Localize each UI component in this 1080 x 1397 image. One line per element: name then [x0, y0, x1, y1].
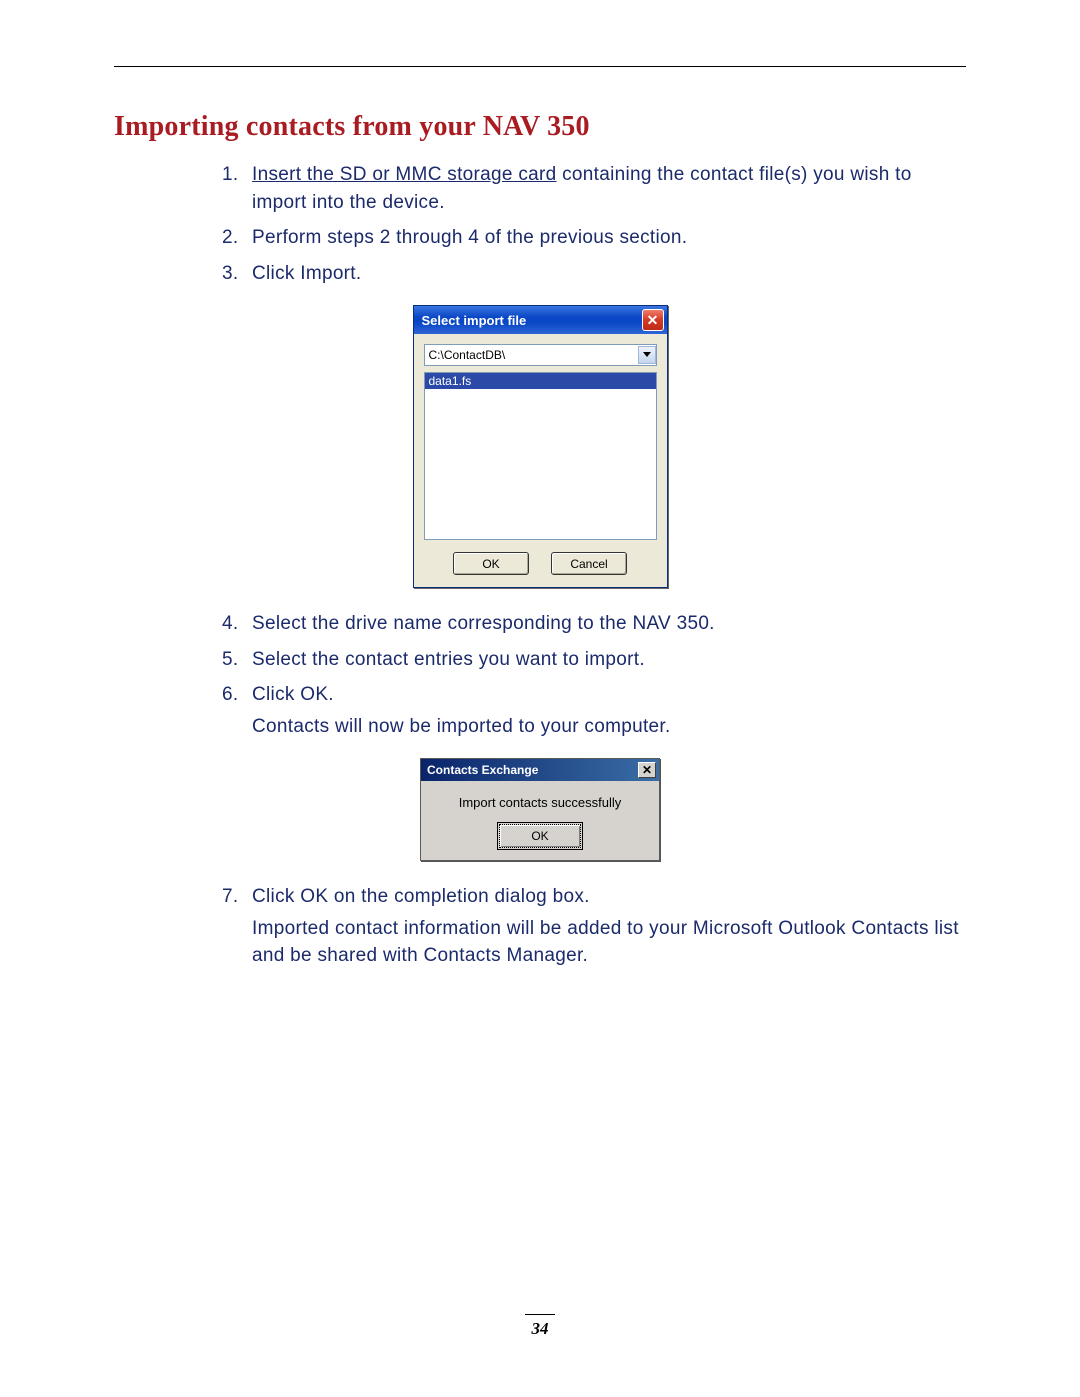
step-number: 4. [222, 610, 238, 638]
step-6-text: Click OK. [252, 684, 334, 705]
dialog2-title: Contacts Exchange [427, 763, 538, 777]
step-6: 6. Click OK. Contacts will now be import… [222, 681, 966, 740]
section-heading: Importing contacts from your NAV 350 [114, 111, 966, 143]
step-number: 6. [222, 681, 238, 709]
contacts-exchange-dialog: Contacts Exchange ✕ Import contacts succ… [420, 758, 660, 861]
list-item[interactable]: data1.fs [425, 373, 656, 389]
step-2: 2. Perform steps 2 through 4 of the prev… [222, 224, 966, 252]
dialog2-body: Import contacts successfully OK [421, 781, 659, 860]
steps-list-continued: 4. Select the drive name corresponding t… [114, 610, 966, 740]
dialog1-title: Select import file [422, 313, 527, 328]
path-combobox[interactable]: C:\ContactDB\ [424, 344, 657, 366]
chevron-down-icon[interactable] [638, 346, 656, 364]
dialog2-titlebar: Contacts Exchange ✕ [421, 759, 659, 781]
page-number: 34 [0, 1319, 1080, 1339]
step-5-text: Select the contact entries you want to i… [252, 649, 645, 670]
page-footer: 34 [0, 1314, 1080, 1339]
step-7-text: Click OK on the completion dialog box. [252, 886, 590, 907]
ok-button[interactable]: OK [453, 552, 529, 575]
step-1-link[interactable]: Insert the SD or MMC storage card [252, 164, 557, 185]
step-number: 7. [222, 883, 238, 911]
close-icon[interactable]: ✕ [642, 309, 664, 331]
close-icon[interactable]: ✕ [638, 762, 656, 778]
footer-rule [525, 1314, 555, 1315]
step-7: 7. Click OK on the completion dialog box… [222, 883, 966, 970]
dialog2-screenshot: Contacts Exchange ✕ Import contacts succ… [114, 758, 966, 861]
cancel-button[interactable]: Cancel [551, 552, 627, 575]
steps-list-final: 7. Click OK on the completion dialog box… [114, 883, 966, 970]
step-number: 3. [222, 260, 238, 288]
step-3: 3. Click Import. [222, 260, 966, 288]
step-number: 1. [222, 161, 238, 189]
step-4: 4. Select the drive name corresponding t… [222, 610, 966, 638]
select-import-file-dialog: Select import file ✕ C:\ContactDB\ data1… [413, 305, 668, 588]
step-number: 5. [222, 646, 238, 674]
dialog2-message: Import contacts successfully [429, 795, 651, 810]
dialog1-button-row: OK Cancel [424, 552, 657, 575]
step-6-extra: Contacts will now be imported to your co… [252, 713, 966, 741]
ok-button[interactable]: OK [499, 824, 581, 848]
steps-list: 1. Insert the SD or MMC storage card con… [114, 161, 966, 287]
step-5: 5. Select the contact entries you want t… [222, 646, 966, 674]
file-listbox[interactable]: data1.fs [424, 372, 657, 540]
step-3-text: Click Import. [252, 263, 361, 284]
step-number: 2. [222, 224, 238, 252]
step-2-text: Perform steps 2 through 4 of the previou… [252, 227, 687, 248]
dialog1-body: C:\ContactDB\ data1.fs OK Cancel [414, 334, 667, 587]
step-4-text: Select the drive name corresponding to t… [252, 613, 715, 634]
path-combobox-text: C:\ContactDB\ [429, 348, 506, 362]
top-rule [114, 66, 966, 67]
dialog1-titlebar: Select import file ✕ [414, 306, 667, 334]
step-1: 1. Insert the SD or MMC storage card con… [222, 161, 966, 216]
dialog1-screenshot: Select import file ✕ C:\ContactDB\ data1… [114, 305, 966, 588]
step-7-extra: Imported contact information will be add… [252, 915, 966, 970]
